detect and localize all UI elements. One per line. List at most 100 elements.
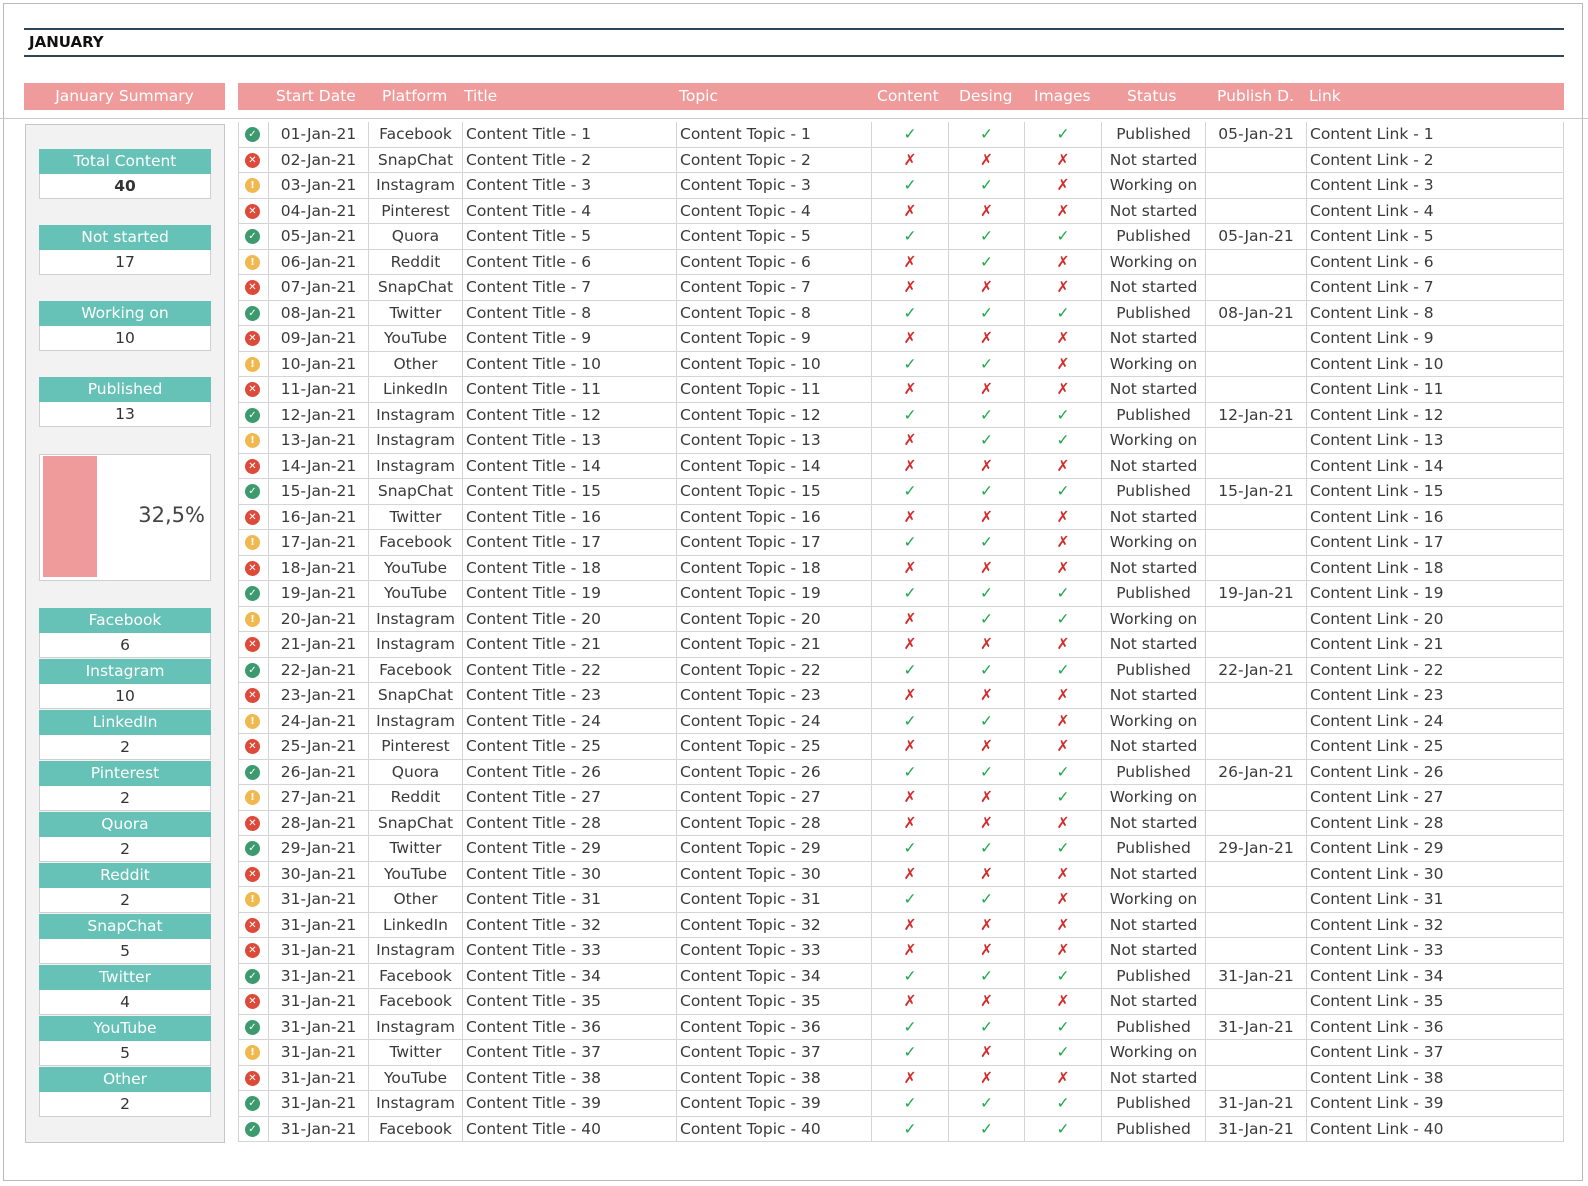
status-icon-cell[interactable]: ✕ xyxy=(238,377,268,402)
platform-cell[interactable]: YouTube xyxy=(368,555,462,581)
topic-cell[interactable]: Content Topic - 13 xyxy=(676,428,871,453)
content-cell[interactable]: ✗ xyxy=(871,249,948,275)
title-cell[interactable]: Content Title - 34 xyxy=(462,963,676,989)
start-date-cell[interactable]: 15-Jan-21 xyxy=(268,479,368,504)
link-cell[interactable]: Content Link - 5 xyxy=(1306,224,1564,249)
platform-cell[interactable]: SnapChat xyxy=(368,479,462,504)
images-cell[interactable]: ✓ xyxy=(1024,836,1101,861)
design-cell[interactable]: ✓ xyxy=(948,402,1024,428)
link-cell[interactable]: Content Link - 15 xyxy=(1306,479,1564,504)
link-cell[interactable]: Content Link - 28 xyxy=(1306,810,1564,836)
platform-tile-value[interactable]: 2 xyxy=(39,888,211,913)
images-cell[interactable]: ✓ xyxy=(1024,428,1101,453)
start-date-cell[interactable]: 08-Jan-21 xyxy=(268,300,368,326)
topic-cell[interactable]: Content Topic - 25 xyxy=(676,734,871,759)
status-cell[interactable]: Not started xyxy=(1101,504,1205,530)
status-cell[interactable]: Published xyxy=(1101,402,1205,428)
platform-cell[interactable]: Instagram xyxy=(368,428,462,453)
images-cell[interactable]: ✓ xyxy=(1024,963,1101,989)
design-cell[interactable]: ✓ xyxy=(948,1091,1024,1116)
link-cell[interactable]: Content Link - 9 xyxy=(1306,326,1564,351)
title-cell[interactable]: Content Title - 13 xyxy=(462,428,676,453)
start-date-cell[interactable]: 17-Jan-21 xyxy=(268,530,368,555)
images-cell[interactable]: ✗ xyxy=(1024,453,1101,479)
publish-date-cell[interactable] xyxy=(1205,887,1306,912)
images-cell[interactable]: ✓ xyxy=(1024,1091,1101,1116)
platform-cell[interactable]: Other xyxy=(368,351,462,377)
start-date-cell[interactable]: 22-Jan-21 xyxy=(268,657,368,683)
header-images[interactable]: Images xyxy=(1034,83,1091,110)
title-cell[interactable]: Content Title - 6 xyxy=(462,249,676,275)
content-cell[interactable]: ✓ xyxy=(871,708,948,734)
content-cell[interactable]: ✗ xyxy=(871,453,948,479)
start-date-cell[interactable]: 09-Jan-21 xyxy=(268,326,368,351)
title-cell[interactable]: Content Title - 32 xyxy=(462,912,676,938)
publish-date-cell[interactable] xyxy=(1205,351,1306,377)
content-cell[interactable]: ✗ xyxy=(871,938,948,963)
content-cell[interactable]: ✗ xyxy=(871,555,948,581)
content-cell[interactable]: ✗ xyxy=(871,1065,948,1091)
platform-cell[interactable]: Pinterest xyxy=(368,734,462,759)
status-icon-cell[interactable]: ✕ xyxy=(238,198,268,224)
start-date-cell[interactable]: 10-Jan-21 xyxy=(268,351,368,377)
status-cell[interactable]: Published xyxy=(1101,224,1205,249)
link-cell[interactable]: Content Link - 21 xyxy=(1306,632,1564,657)
status-cell[interactable]: Working on xyxy=(1101,351,1205,377)
status-icon-cell[interactable]: ✕ xyxy=(238,861,268,887)
images-cell[interactable]: ✗ xyxy=(1024,504,1101,530)
link-cell[interactable]: Content Link - 19 xyxy=(1306,581,1564,606)
link-cell[interactable]: Content Link - 17 xyxy=(1306,530,1564,555)
platform-cell[interactable]: Instagram xyxy=(368,173,462,198)
status-cell[interactable]: Not started xyxy=(1101,555,1205,581)
title-cell[interactable]: Content Title - 31 xyxy=(462,887,676,912)
status-cell[interactable]: Not started xyxy=(1101,683,1205,708)
topic-cell[interactable]: Content Topic - 2 xyxy=(676,147,871,173)
content-cell[interactable]: ✓ xyxy=(871,887,948,912)
design-cell[interactable]: ✓ xyxy=(948,836,1024,861)
start-date-cell[interactable]: 31-Jan-21 xyxy=(268,1040,368,1065)
header-publish-date[interactable]: Publish D. xyxy=(1217,83,1294,110)
images-cell[interactable]: ✗ xyxy=(1024,938,1101,963)
images-cell[interactable]: ✓ xyxy=(1024,224,1101,249)
title-cell[interactable]: Content Title - 9 xyxy=(462,326,676,351)
link-cell[interactable]: Content Link - 36 xyxy=(1306,1014,1564,1040)
publish-date-cell[interactable] xyxy=(1205,428,1306,453)
content-cell[interactable]: ✗ xyxy=(871,428,948,453)
start-date-cell[interactable]: 29-Jan-21 xyxy=(268,836,368,861)
topic-cell[interactable]: Content Topic - 18 xyxy=(676,555,871,581)
publish-date-cell[interactable] xyxy=(1205,530,1306,555)
publish-date-cell[interactable] xyxy=(1205,683,1306,708)
topic-cell[interactable]: Content Topic - 34 xyxy=(676,963,871,989)
topic-cell[interactable]: Content Topic - 33 xyxy=(676,938,871,963)
header-content[interactable]: Content xyxy=(877,83,939,110)
status-tile-value[interactable]: 13 xyxy=(39,402,211,427)
link-cell[interactable]: Content Link - 1 xyxy=(1306,122,1564,147)
content-cell[interactable]: ✓ xyxy=(871,1014,948,1040)
publish-date-cell[interactable] xyxy=(1205,912,1306,938)
design-cell[interactable]: ✗ xyxy=(948,1065,1024,1091)
start-date-cell[interactable]: 19-Jan-21 xyxy=(268,581,368,606)
design-cell[interactable]: ✗ xyxy=(948,785,1024,810)
title-cell[interactable]: Content Title - 30 xyxy=(462,861,676,887)
publish-date-cell[interactable] xyxy=(1205,173,1306,198)
publish-date-cell[interactable] xyxy=(1205,147,1306,173)
images-cell[interactable]: ✗ xyxy=(1024,198,1101,224)
topic-cell[interactable]: Content Topic - 7 xyxy=(676,275,871,300)
link-cell[interactable]: Content Link - 31 xyxy=(1306,887,1564,912)
platform-cell[interactable]: LinkedIn xyxy=(368,912,462,938)
platform-tile-value[interactable]: 5 xyxy=(39,939,211,964)
start-date-cell[interactable]: 06-Jan-21 xyxy=(268,249,368,275)
publish-date-cell[interactable]: 31-Jan-21 xyxy=(1205,1091,1306,1116)
topic-cell[interactable]: Content Topic - 19 xyxy=(676,581,871,606)
images-cell[interactable]: ✗ xyxy=(1024,173,1101,198)
status-cell[interactable]: Not started xyxy=(1101,810,1205,836)
publish-date-cell[interactable] xyxy=(1205,1065,1306,1091)
start-date-cell[interactable]: 30-Jan-21 xyxy=(268,861,368,887)
status-cell[interactable]: Published xyxy=(1101,122,1205,147)
title-cell[interactable]: Content Title - 22 xyxy=(462,657,676,683)
link-cell[interactable]: Content Link - 27 xyxy=(1306,785,1564,810)
publish-date-cell[interactable]: 22-Jan-21 xyxy=(1205,657,1306,683)
publish-date-cell[interactable] xyxy=(1205,708,1306,734)
status-cell[interactable]: Not started xyxy=(1101,632,1205,657)
title-cell[interactable]: Content Title - 2 xyxy=(462,147,676,173)
